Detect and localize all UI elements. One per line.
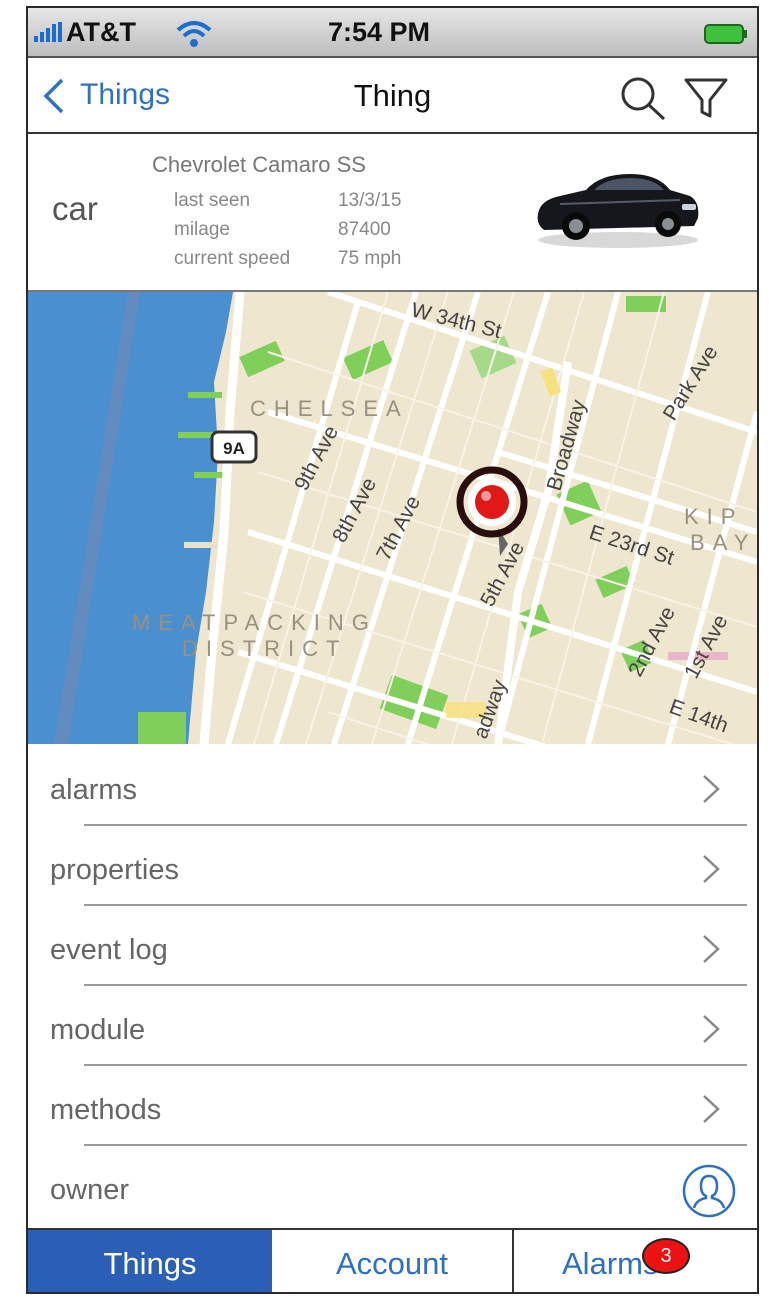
chevron-right-icon <box>703 935 720 963</box>
spec-row-current-speed: current speed 75 mph <box>174 248 401 270</box>
street-label: 9th Ave <box>290 422 343 494</box>
thing-type: car <box>52 190 98 227</box>
district-label: CHELSEA <box>250 396 409 421</box>
thing-menu: alarms properties event log module metho… <box>28 746 757 1228</box>
map-view[interactable]: W 34th St Park Ave Broadway 9th Ave 8th … <box>28 292 757 744</box>
map-canvas: W 34th St Park Ave Broadway 9th Ave 8th … <box>28 292 757 744</box>
carrier-label: AT&T <box>66 17 136 47</box>
spec-row-milage: milage 87400 <box>174 219 391 241</box>
chevron-right-icon <box>703 775 720 803</box>
battery-icon <box>704 24 747 44</box>
user-icon[interactable] <box>682 1164 736 1218</box>
signal-icon <box>34 22 62 42</box>
tab-bar: Things Account Alarms 3 <box>28 1228 757 1292</box>
list-item-properties[interactable]: properties <box>28 826 757 906</box>
list-item-owner[interactable]: owner <box>28 1146 757 1226</box>
search-icon <box>621 77 666 121</box>
chevron-right-icon <box>703 1015 720 1043</box>
district-label: BAY <box>690 530 756 555</box>
notification-badge: 3 <box>642 1238 690 1274</box>
list-item-label: module <box>50 1014 146 1046</box>
street-label: 1st Ave <box>680 611 732 682</box>
spec-row-last-seen: last seen 13/3/15 <box>174 190 401 212</box>
filter-button[interactable] <box>680 74 732 122</box>
phone-screen: AT&T 7:54 PM Things Thing car Chevrolet … <box>26 6 759 1294</box>
list-item-alarms[interactable]: alarms <box>28 746 757 826</box>
street-label: 2nd Ave <box>624 603 680 680</box>
tab-label: Things <box>103 1246 197 1281</box>
status-bar: AT&T 7:54 PM <box>28 8 757 58</box>
navigation-bar: Things Thing <box>28 58 757 134</box>
list-item-label: properties <box>50 854 179 886</box>
clock: 7:54 PM <box>328 17 431 47</box>
district-label: MEATPACKING <box>132 610 377 635</box>
spec-value: 13/3/15 <box>338 190 402 211</box>
tab-things[interactable]: Things <box>28 1230 272 1292</box>
list-item-label: owner <box>50 1174 129 1206</box>
spec-label: milage <box>174 219 230 240</box>
wifi-icon <box>176 21 212 47</box>
spec-label: last seen <box>174 190 251 211</box>
chevron-right-icon <box>703 1095 720 1123</box>
spec-label: current speed <box>174 248 291 269</box>
spec-value: 87400 <box>338 219 391 240</box>
street-label: 7th Ave <box>372 492 425 564</box>
thing-name: Chevrolet Camaro SS <box>152 152 366 177</box>
district-label: DISTRICT <box>182 636 347 661</box>
street-label: E 14th <box>666 695 731 737</box>
list-item-module[interactable]: module <box>28 986 757 1066</box>
tab-account[interactable]: Account <box>272 1230 514 1292</box>
list-item-label: methods <box>50 1094 162 1126</box>
car-image <box>537 174 699 248</box>
search-button[interactable] <box>618 74 670 122</box>
tab-alarms[interactable]: Alarms 3 <box>516 1230 757 1292</box>
list-item-label: alarms <box>50 774 138 806</box>
list-item-methods[interactable]: methods <box>28 1066 757 1146</box>
thing-summary: car Chevrolet Camaro SS last seen 13/3/1… <box>28 134 757 292</box>
tab-label: Account <box>335 1246 448 1281</box>
route-shield-label: 9A <box>223 439 245 458</box>
list-item-event-log[interactable]: event log <box>28 906 757 986</box>
filter-icon <box>684 78 728 118</box>
chevron-right-icon <box>703 855 720 883</box>
street-label: 8th Ave <box>328 474 381 546</box>
district-label: KIP <box>684 504 743 529</box>
list-item-label: event log <box>50 934 168 966</box>
street-label: E 23rd St <box>586 521 677 570</box>
route-shield: 9A <box>210 430 258 464</box>
spec-value: 75 mph <box>338 248 402 269</box>
